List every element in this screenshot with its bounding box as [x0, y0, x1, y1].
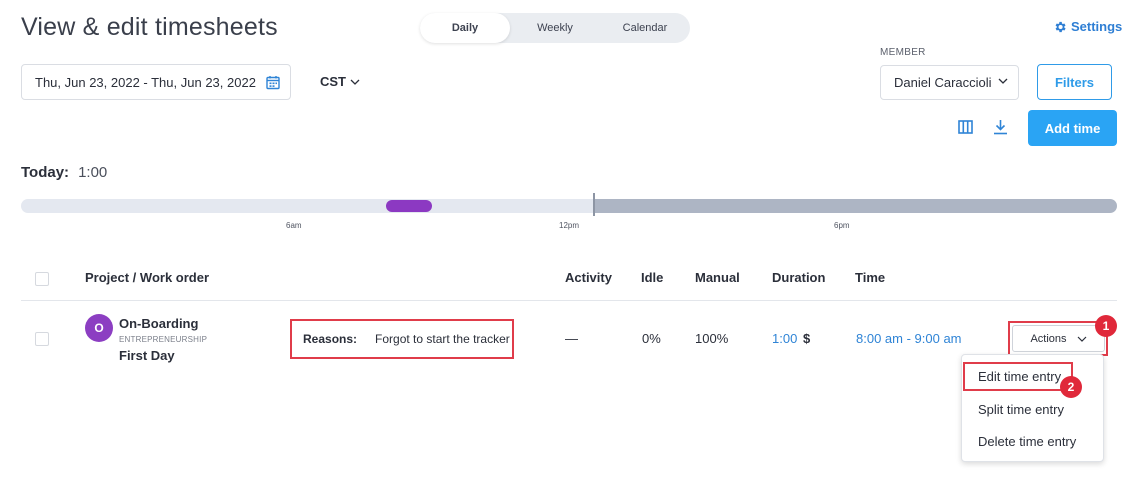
column-header-manual: Manual [695, 270, 740, 285]
idle-value: 0% [642, 331, 661, 346]
tab-weekly[interactable]: Weekly [510, 13, 600, 43]
tick-label: 12pm [559, 221, 580, 230]
tick-label: 6pm [834, 221, 850, 230]
project-client: ENTREPRENEURSHIP [119, 335, 208, 344]
day-timeline [21, 193, 1117, 216]
timezone-value: CST [320, 74, 346, 89]
time-range-link[interactable]: 8:00 am - 9:00 am [856, 331, 962, 346]
timezone-select[interactable]: CST [320, 74, 360, 89]
step-badge-1: 1 [1095, 315, 1117, 337]
column-header-project: Project / Work order [85, 270, 210, 285]
timeline-past [21, 199, 594, 213]
select-all-checkbox[interactable] [35, 272, 49, 286]
member-label: MEMBER [880, 47, 926, 58]
columns-icon[interactable] [958, 120, 973, 134]
timeline-now-marker [593, 193, 595, 216]
table-header-divider [21, 300, 1117, 301]
member-value: Daniel Caraccioli [894, 75, 992, 90]
today-summary: Today: 1:00 [21, 164, 107, 181]
tab-daily[interactable]: Daily [420, 13, 510, 43]
menu-item-delete-time-entry[interactable]: Delete time entry [978, 434, 1076, 449]
timeline-future [594, 199, 1117, 213]
reasons-box: Reasons: Forgot to start the tracker [290, 319, 514, 359]
chevron-down-icon [998, 78, 1008, 84]
tick-label: 6am [286, 221, 302, 230]
actions-highlight [1008, 321, 1108, 356]
settings-link[interactable]: Settings [1053, 19, 1122, 34]
column-header-activity: Activity [565, 270, 612, 285]
duration-cell: 1:00 $ [772, 331, 810, 346]
gear-icon [1055, 21, 1066, 32]
timeline-entry[interactable] [386, 200, 432, 212]
calendar-icon [266, 76, 280, 90]
date-range-picker[interactable]: Thu, Jun 23, 2022 - Thu, Jun 23, 2022 [21, 64, 291, 100]
reasons-value: Forgot to start the tracker [375, 332, 510, 346]
row-checkbox[interactable] [35, 332, 49, 346]
download-icon[interactable] [993, 119, 1008, 135]
work-order-name: First Day [119, 348, 175, 363]
member-select[interactable]: Daniel Caraccioli [880, 65, 1019, 100]
column-header-duration: Duration [772, 270, 826, 285]
billable-icon: $ [802, 331, 811, 346]
project-avatar: O [85, 314, 113, 342]
project-name: On-Boarding [119, 316, 199, 331]
menu-item-split-time-entry[interactable]: Split time entry [978, 402, 1064, 417]
filters-button[interactable]: Filters [1037, 64, 1112, 100]
duration-value[interactable]: 1:00 [772, 331, 797, 346]
tab-calendar[interactable]: Calendar [600, 13, 690, 43]
page-title: View & edit timesheets [21, 13, 278, 41]
activity-value: — [565, 331, 578, 346]
settings-label: Settings [1071, 19, 1123, 34]
today-value: 1:00 [78, 164, 108, 181]
view-switcher: Daily Weekly Calendar [420, 13, 690, 43]
column-header-time: Time [855, 270, 886, 285]
column-header-idle: Idle [641, 270, 664, 285]
reasons-label: Reasons: [303, 332, 358, 346]
chevron-down-icon [350, 79, 360, 85]
date-range-value: Thu, Jun 23, 2022 - Thu, Jun 23, 2022 [35, 74, 256, 90]
add-time-button[interactable]: Add time [1028, 110, 1117, 146]
manual-value: 100% [695, 331, 729, 346]
today-label: Today: [21, 164, 70, 181]
edit-entry-highlight [963, 362, 1073, 391]
step-badge-2: 2 [1060, 376, 1082, 398]
